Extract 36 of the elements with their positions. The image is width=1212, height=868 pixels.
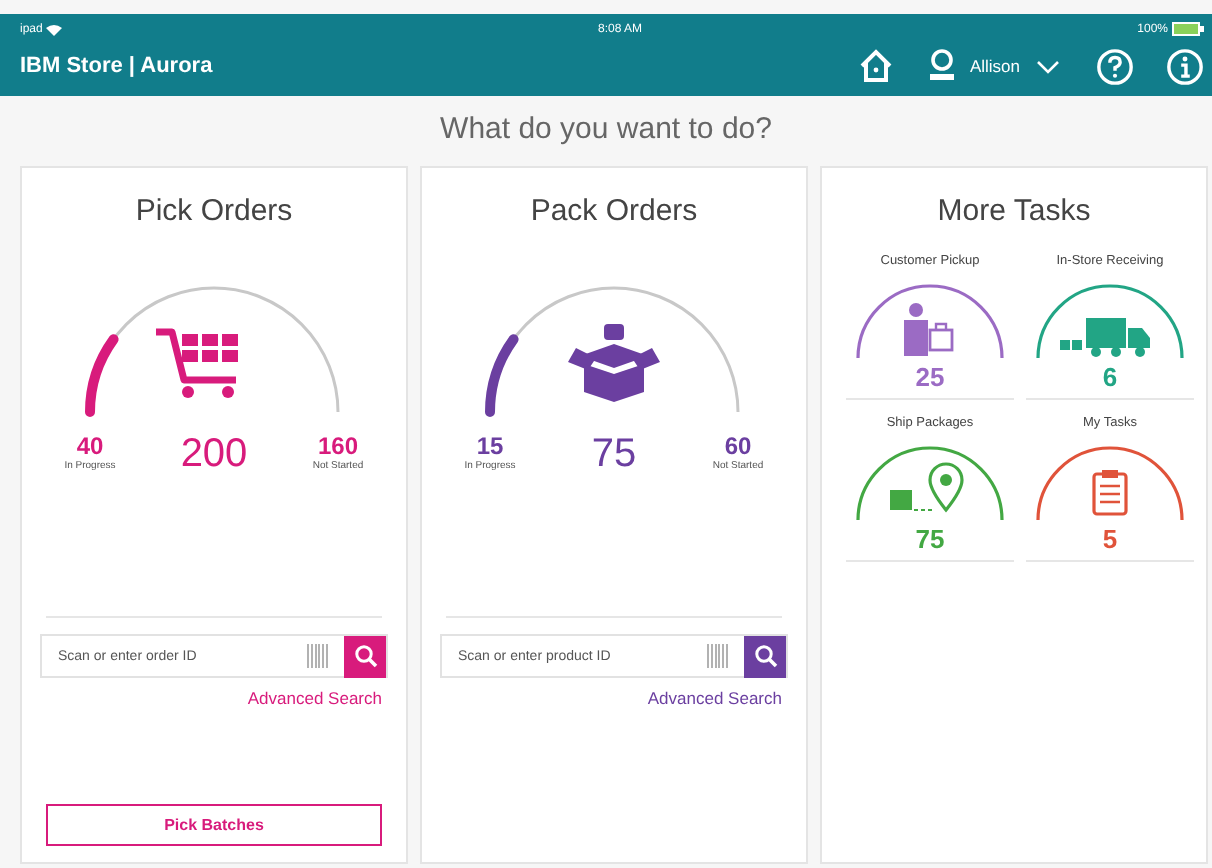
search-icon	[353, 644, 377, 668]
search-icon	[753, 644, 777, 668]
task-count: 75	[915, 524, 945, 554]
chevron-down-icon	[1036, 59, 1060, 73]
page-prompt: What do you want to do?	[438, 112, 774, 146]
battery-icon	[1172, 22, 1204, 36]
card-title: More Tasks	[937, 194, 1091, 228]
not-started-count: 60	[724, 432, 752, 460]
wifi-icon	[46, 23, 63, 35]
pick-batches-button[interactable]: Pick Batches	[46, 804, 382, 846]
not-started-count: 160	[317, 432, 359, 460]
user-icon[interactable]	[925, 48, 958, 84]
in-progress-count: 40	[76, 432, 104, 460]
search-button[interactable]	[744, 635, 786, 677]
package-and-pin-icon	[890, 462, 964, 512]
store-title: IBM Store | Aurora	[20, 54, 213, 78]
info-icon[interactable]	[1166, 47, 1204, 85]
search-button[interactable]	[344, 635, 386, 677]
user-menu[interactable]: Allison	[969, 56, 1060, 76]
card-title: Pack Orders	[530, 194, 698, 228]
clipboard-icon	[1092, 470, 1128, 516]
shopping-cart-icon	[156, 328, 238, 398]
task-count: 25	[915, 362, 945, 392]
advanced-search-link[interactable]: Advanced Search	[247, 688, 382, 708]
help-icon[interactable]	[1096, 47, 1134, 85]
task-count: 5	[1102, 524, 1118, 554]
card-title: Pick Orders	[135, 194, 293, 228]
task-count: 6	[1102, 362, 1118, 392]
total-count: 200	[180, 432, 248, 478]
total-count: 75	[591, 432, 637, 478]
advanced-search-link[interactable]: Advanced Search	[647, 688, 782, 708]
in-progress-count: 15	[476, 432, 504, 460]
delivery-truck-icon	[1060, 318, 1150, 357]
home-icon[interactable]	[857, 48, 894, 84]
open-box-icon	[568, 324, 660, 402]
person-with-package-icon	[904, 303, 954, 356]
